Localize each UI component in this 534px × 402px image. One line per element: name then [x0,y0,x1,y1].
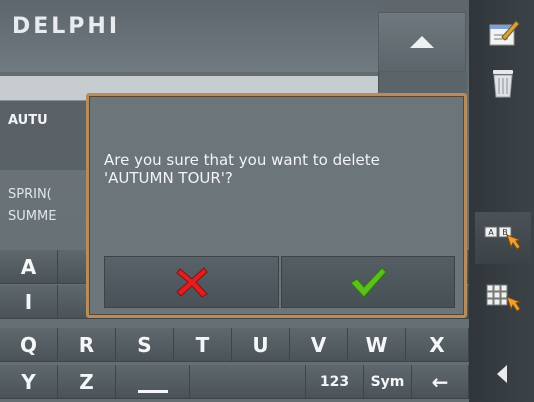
key-u[interactable]: U [232,328,290,362]
delete-button[interactable] [475,56,531,108]
key-q[interactable]: Q [0,328,58,362]
confirm-button[interactable] [281,256,455,308]
ab-keyboard-icon: A B [484,226,522,250]
back-button[interactable] [475,348,531,400]
keyboard-row-3: Q R S T U V W X [0,328,469,364]
key-i[interactable]: I [0,285,58,319]
main-area: DELPHI AUTU SPRIN( SUMME A I Q R S T U V… [0,0,469,402]
key-space[interactable] [116,365,190,399]
red-x-icon [175,267,208,298]
right-toolbar: A B [469,0,534,402]
grid-keyboard-icon [486,284,522,312]
key-s[interactable]: S [116,328,174,362]
trash-icon [493,70,513,98]
key-r[interactable]: R [58,328,116,362]
key-blank [190,365,306,399]
key-123[interactable]: 123 [306,365,364,399]
keyboard-row-4: Y Z 123 Sym ← [0,365,469,401]
grid-keyboard-button[interactable] [475,272,531,324]
scroll-up-button[interactable] [378,12,466,72]
dialog-message: Are you sure that you want to delete 'AU… [104,151,380,187]
ab-keyboard-button[interactable]: A B [475,212,531,264]
delphi-logo: DELPHI [12,14,121,39]
up-arrow-icon [410,36,434,48]
key-backspace[interactable]: ← [412,365,469,399]
delete-confirm-dialog: Are you sure that you want to delete 'AU… [86,93,467,318]
key-v[interactable]: V [290,328,348,362]
key-y[interactable]: Y [0,365,58,399]
key-z[interactable]: Z [58,365,116,399]
edit-icon [489,20,520,46]
key-w[interactable]: W [348,328,406,362]
key-a[interactable]: A [0,250,58,284]
back-arrow-icon [497,365,507,383]
edit-button[interactable] [475,8,531,60]
key-t[interactable]: T [174,328,232,362]
cancel-button[interactable] [104,256,279,308]
key-x[interactable]: X [406,328,469,362]
green-check-icon [350,267,387,298]
svg-text:A: A [488,228,494,237]
key-sym[interactable]: Sym [364,365,412,399]
